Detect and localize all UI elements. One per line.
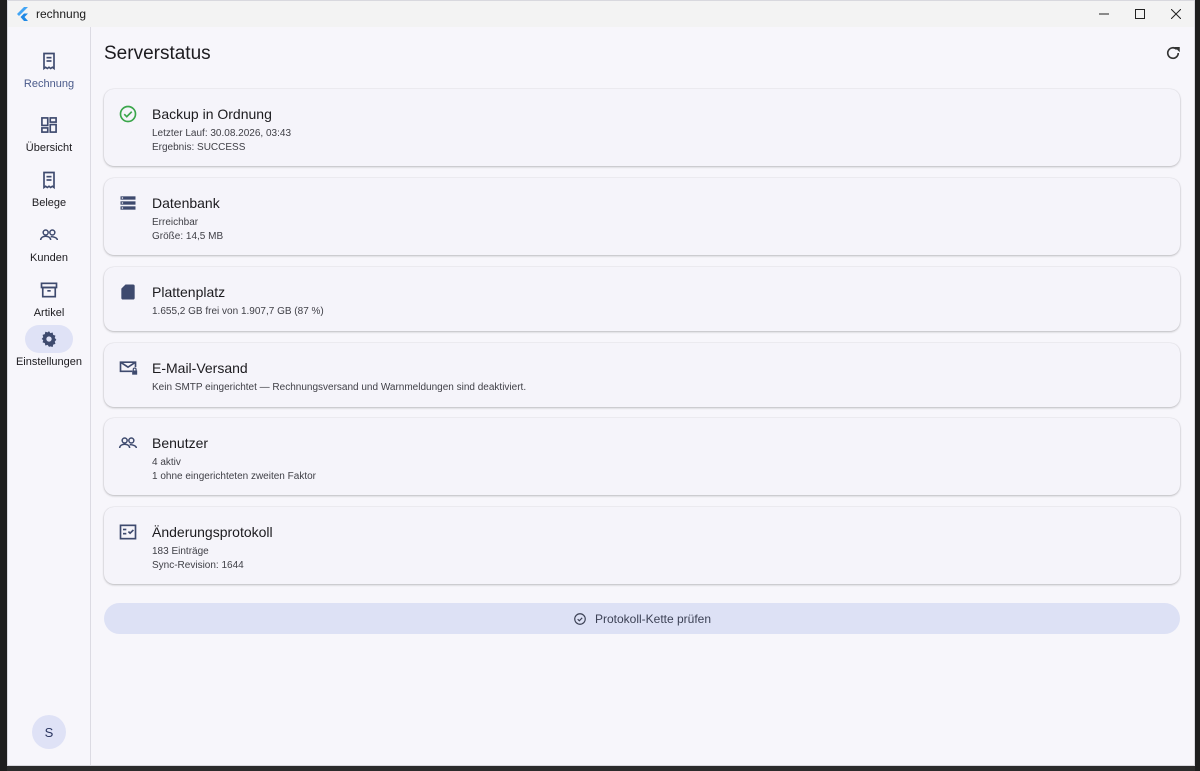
document-icon <box>43 171 55 190</box>
card-line: 1 ohne eingerichteten zweiten Faktor <box>152 471 316 482</box>
refresh-button[interactable] <box>1162 42 1184 64</box>
window-title: rechnung <box>36 7 87 21</box>
card-line: Größe: 14,5 MB <box>152 231 224 242</box>
close-button[interactable] <box>1158 1 1194 27</box>
refresh-icon <box>1166 46 1180 60</box>
verify-log-chain-button[interactable]: Protokoll-Kette prüfen <box>104 603 1180 634</box>
archive-icon <box>40 282 58 298</box>
card-title: Änderungsprotokoll <box>152 524 273 540</box>
card-line: Sync-Revision: 1644 <box>152 560 244 571</box>
nav-label: Übersicht <box>25 142 73 154</box>
nav-label: Artikel <box>33 307 65 319</box>
users-card: Benutzer 4 aktiv 1 ohne eingerichteten z… <box>104 418 1180 495</box>
receipt-icon <box>43 52 55 71</box>
gear-icon <box>41 331 57 347</box>
nav-pill <box>25 47 73 75</box>
card-line: 183 Einträge <box>152 546 209 557</box>
user-avatar[interactable]: S <box>32 715 66 749</box>
app-window: rechnung Rechnung Übersicht Belege Kunde… <box>7 0 1195 766</box>
changelog-card: Änderungsprotokoll 183 Einträge Sync-Rev… <box>104 507 1180 584</box>
nav-pill <box>25 276 73 304</box>
close-icon <box>1171 9 1181 19</box>
people-icon <box>39 229 59 241</box>
page-title: Serverstatus <box>104 43 211 64</box>
card-line: Letzter Lauf: 30.08.2026, 03:43 <box>152 128 291 139</box>
minimize-icon <box>1099 13 1109 15</box>
card-title: Datenbank <box>152 195 220 211</box>
disk-space-card: Plattenplatz 1.655,2 GB frei von 1.907,7… <box>104 267 1180 331</box>
nav-item-einstellungen[interactable]: Einstellungen <box>8 325 90 368</box>
nav-item-artikel[interactable]: Artikel <box>8 276 90 319</box>
card-icon <box>118 433 138 453</box>
card-icon <box>118 104 138 124</box>
check-circle-icon <box>119 105 137 123</box>
card-title: Benutzer <box>152 435 209 451</box>
card-icon <box>118 193 138 213</box>
minimize-button[interactable] <box>1086 1 1122 27</box>
nav-pill <box>25 166 73 194</box>
maximize-button[interactable] <box>1122 1 1158 27</box>
nav-pill-active <box>25 325 73 353</box>
card-title: Backup in Ordnung <box>152 106 272 122</box>
maximize-icon <box>1135 9 1145 19</box>
storage-icon <box>120 196 136 210</box>
nav-item-belege[interactable]: Belege <box>8 166 90 209</box>
main-content: Serverstatus Backup in Ordnung Letzter L… <box>91 27 1194 765</box>
card-icon <box>118 522 138 542</box>
verified-badge-icon <box>574 612 586 625</box>
nav-item-kunden[interactable]: Kunden <box>8 221 90 264</box>
sd-card-icon <box>121 284 135 300</box>
database-card: Datenbank Erreichbar Größe: 14,5 MB <box>104 178 1180 255</box>
people-icon <box>118 437 138 449</box>
checklist-icon <box>119 524 137 540</box>
card-line: Ergebnis: SUCCESS <box>152 142 246 153</box>
nav-label: Kunden <box>30 252 68 264</box>
card-icon <box>118 282 138 302</box>
nav-pill <box>25 111 73 139</box>
verify-log-chain-label: Protokoll-Kette prüfen <box>594 611 712 626</box>
card-icon <box>118 358 138 378</box>
card-line: 1.655,2 GB frei von 1.907,7 GB (87 %) <box>152 306 324 317</box>
nav-item-uebersicht[interactable]: Übersicht <box>8 111 90 154</box>
email-card: E-Mail-Versand Kein SMTP eingerichtet — … <box>104 343 1180 407</box>
backup-card: Backup in Ordnung Letzter Lauf: 30.08.20… <box>104 89 1180 166</box>
flutter-logo-icon <box>17 7 28 21</box>
card-title: Plattenplatz <box>152 284 226 300</box>
card-line: 4 aktiv <box>152 457 181 468</box>
title-bar: rechnung <box>8 1 1194 27</box>
dashboard-icon <box>41 117 57 133</box>
mail-lock-icon <box>119 361 138 375</box>
nav-item-rechnung[interactable]: Rechnung <box>8 47 90 90</box>
nav-pill <box>25 221 73 249</box>
navigation-rail: Rechnung Übersicht Belege Kunden Artikel… <box>8 27 91 765</box>
card-line: Kein SMTP eingerichtet — Rechnungsversan… <box>152 382 527 393</box>
nav-label: Einstellungen <box>15 356 83 368</box>
card-line: Erreichbar <box>152 217 199 228</box>
nav-label: Belege <box>31 197 67 209</box>
nav-label: Rechnung <box>23 78 75 90</box>
card-title: E-Mail-Versand <box>152 360 248 376</box>
